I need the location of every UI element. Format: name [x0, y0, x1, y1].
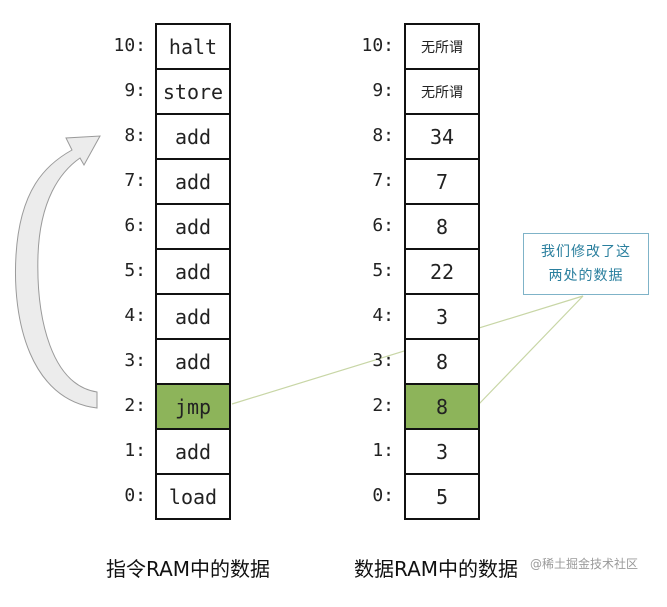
data-ram-memory-cell: 8 — [404, 338, 480, 385]
data-ram-memory-cell: 7 — [404, 158, 480, 205]
instruction-ram-memory-cell: jmp — [155, 383, 231, 430]
instruction-ram-memory-cell: add — [155, 248, 231, 295]
instruction-ram-memory-cell: add — [155, 113, 231, 160]
instruction-ram-memory-cell: load — [155, 473, 231, 520]
instruction-ram-address-label: 5: — [124, 260, 146, 281]
data-ram-memory-cell: 22 — [404, 248, 480, 295]
instruction-ram-address-label: 4: — [124, 305, 146, 326]
data-ram-memory-cell: 5 — [404, 473, 480, 520]
instruction-ram-memory-cell: add — [155, 428, 231, 475]
callout-line-1: 我们修改了这 — [541, 244, 631, 260]
instruction-ram-address-label: 1: — [124, 440, 146, 461]
modification-callout: 我们修改了这 两处的数据 — [523, 233, 649, 295]
instruction-ram-address-label: 6: — [124, 215, 146, 236]
data-ram-address-label: 7: — [372, 170, 394, 191]
instruction-ram-memory-cell: add — [155, 338, 231, 385]
instruction-ram-caption: 指令RAM中的数据 — [106, 557, 271, 581]
jump-arrow-icon — [15, 135, 101, 409]
instruction-ram-memory-cell: store — [155, 68, 231, 115]
data-ram-address-label: 9: — [372, 80, 394, 101]
data-ram-caption: 数据RAM中的数据 — [354, 557, 519, 581]
instruction-ram-address-label: 2: — [124, 395, 146, 416]
instruction-ram-address-label: 8: — [124, 125, 146, 146]
instruction-ram-address-label: 7: — [124, 170, 146, 191]
instruction-ram-memory-cell: add — [155, 203, 231, 250]
watermark: @稀土掘金技术社区 — [530, 557, 639, 571]
data-ram-address-label: 10: — [361, 35, 394, 56]
data-ram-address-label: 1: — [372, 440, 394, 461]
instruction-ram-address-label: 3: — [124, 350, 146, 371]
instruction-ram-address-label: 10: — [113, 35, 146, 56]
data-ram-address-label: 5: — [372, 260, 394, 281]
data-ram-memory-cell: 3 — [404, 428, 480, 475]
instruction-ram-memory-cell: halt — [155, 23, 231, 70]
instruction-ram-memory-cell: add — [155, 293, 231, 340]
data-ram-address-label: 6: — [372, 215, 394, 236]
data-ram-address-label: 2: — [372, 395, 394, 416]
data-ram-address-label: 3: — [372, 350, 394, 371]
data-ram-memory-cell: 8 — [404, 203, 480, 250]
instruction-ram-address-label: 9: — [124, 80, 146, 101]
data-ram-memory-cell: 8 — [404, 383, 480, 430]
data-ram-memory-cell: 3 — [404, 293, 480, 340]
instruction-ram-address-label: 0: — [124, 485, 146, 506]
jump-arrow-layer — [15, 135, 584, 409]
data-ram-memory-cell: 无所谓 — [404, 23, 480, 70]
data-ram-memory-cell: 无所谓 — [404, 68, 480, 115]
data-ram-address-label: 8: — [372, 125, 394, 146]
data-ram-memory-cell: 34 — [404, 113, 480, 160]
data-ram-address-label: 0: — [372, 485, 394, 506]
callout-line-2: 两处的数据 — [548, 268, 624, 284]
instruction-ram-memory-cell: add — [155, 158, 231, 205]
data-ram-address-label: 4: — [372, 305, 394, 326]
